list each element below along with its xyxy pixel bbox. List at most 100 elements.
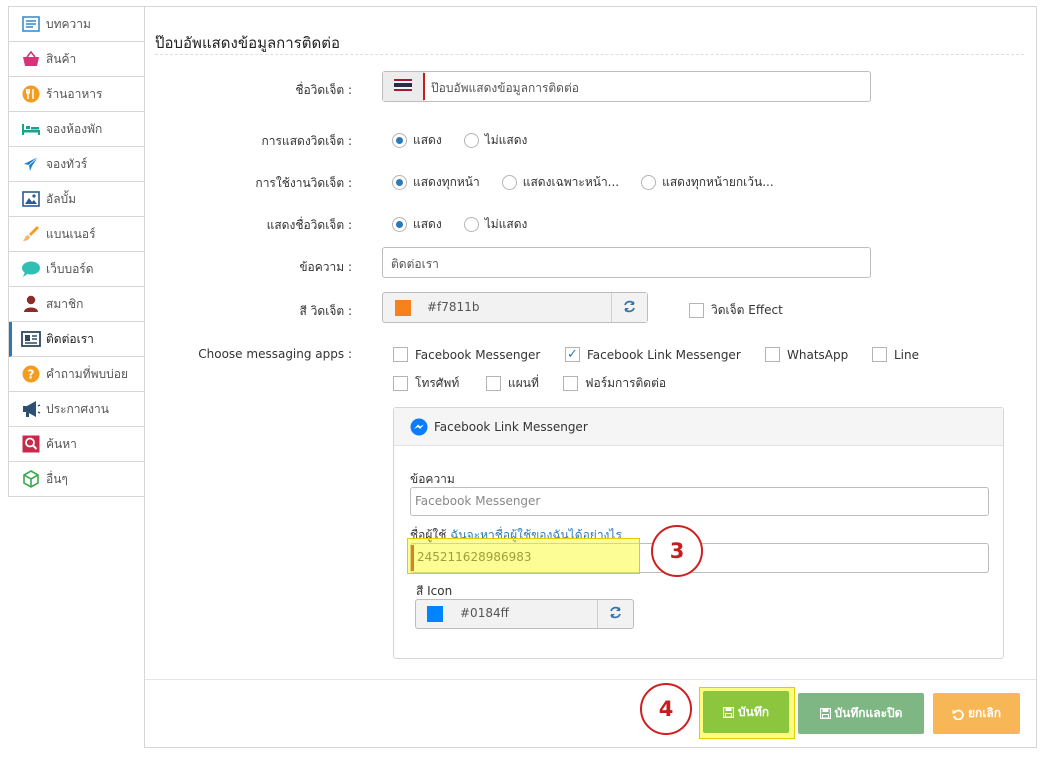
cube-icon [21,469,41,489]
sidebar-item-label: สินค้า [46,51,77,66]
footer-divider [145,679,1036,680]
sidebar-item-label: ร้านอาหาร [46,86,103,101]
widget-color-value: #f7811b [427,300,480,314]
messenger-icon [410,418,428,436]
contact-card-icon [21,329,41,349]
airplane-icon [21,154,41,174]
sidebar-item-label: ติดต่อเรา [46,331,94,346]
app-contact-form-checkbox[interactable]: ฟอร์มการติดต่อ [563,374,666,393]
fb-icon-color-value: #0184ff [460,606,509,620]
refresh-icon [609,606,622,622]
fb-message-placeholder: Facebook Messenger [415,494,541,508]
sidebar-item-label: บทความ [46,16,91,31]
widget-usage-all-pages-radio[interactable]: แสดงทุกหน้า [392,173,480,192]
undo-icon [952,708,964,720]
widget-usage-radios: แสดงทุกหน้า แสดงเฉพาะหน้า... แสดงทุกหน้า… [392,173,796,192]
sidebar-item-album[interactable]: อัลบั้ม [9,182,146,217]
widget-display-show-radio[interactable]: แสดง [392,131,442,150]
widget-color-picker[interactable]: #f7811b [382,292,648,323]
brush-icon [21,224,41,244]
sidebar-item-label: อัลบั้ม [46,191,77,206]
sidebar-item-others[interactable]: อื่นๆ [9,462,146,497]
username-highlight [407,538,640,574]
sidebar-item-room-booking[interactable]: จองห้องพัก [9,112,146,147]
fb-icon-color-refresh-button[interactable] [597,600,633,628]
widget-display-hide-radio[interactable]: ไม่แสดง [463,131,527,150]
widget-color-refresh-button[interactable] [611,293,647,322]
app-phone-checkbox[interactable]: โทรศัพท์ [393,374,459,393]
widget-color-swatch [395,299,411,316]
app-map-checkbox[interactable]: แผนที่ [486,374,539,393]
sidebar-item-webboard[interactable]: เว็บบอร์ด [9,252,146,287]
language-addon[interactable] [383,72,424,101]
checkmark-icon: ✓ [565,347,580,362]
sidebar-item-label: อื่นๆ [46,471,68,486]
widget-usage-label: การใช้งานวิดเจ็ต : [255,176,352,190]
megaphone-icon [21,399,41,419]
widget-effect-checkbox[interactable]: วิดเจ็ต Effect [689,301,783,320]
widget-name-label: ชื่อวิดเจ็ต : [295,83,352,97]
messaging-apps-label: Choose messaging apps : [198,347,352,361]
shopping-basket-icon [21,49,41,69]
chat-bubble-icon [21,259,41,279]
widget-name-display-radios: แสดง ไม่แสดง [392,215,549,234]
save-and-close-button[interactable]: บันทึกและปิด [798,693,924,734]
restaurant-icon [21,84,41,104]
user-icon [21,294,41,314]
widget-name-display-show-radio[interactable]: แสดง [392,215,442,234]
sidebar-item-job-posting[interactable]: ประกาศงาน [9,392,146,427]
message-input[interactable]: ติดต่อเรา [382,247,871,278]
title-divider [155,54,1024,55]
widget-name-field[interactable]: ป๊อบอัพแสดงข้อมูลการติดต่อ [382,71,871,102]
sidebar-item-banner[interactable]: แบนเนอร์ [9,217,146,252]
facebook-link-messenger-card: Facebook Link Messenger ข้อความ Facebook… [393,407,1004,659]
card-header: Facebook Link Messenger [394,408,1003,446]
card-title: Facebook Link Messenger [434,419,588,434]
sidebar-item-label: ประกาศงาน [46,401,109,416]
page-title: ป๊อบอัพแสดงข้อมูลการติดต่อ [155,34,340,52]
message-label: ข้อความ : [299,260,352,274]
fb-icon-color-picker[interactable]: #0184ff [415,599,634,629]
app-line-checkbox[interactable]: Line [872,347,919,362]
sidebar-item-articles[interactable]: บทความ [9,7,146,42]
sidebar-item-label: จองทัวร์ [46,156,88,171]
fb-message-input[interactable]: Facebook Messenger [410,487,989,516]
widget-color-swatch-addon[interactable] [383,293,423,322]
step-3-callout: 3 [651,525,703,577]
fb-icon-color-swatch [427,606,443,622]
widget-display-label: การแสดงวิดเจ็ต : [261,134,352,148]
widget-name-value: ป๊อบอัพแสดงข้อมูลการติดต่อ [431,81,579,95]
sidebar-item-contact[interactable]: ติดต่อเรา [9,322,146,357]
sidebar-item-tour-booking[interactable]: จองทัวร์ [9,147,146,182]
bed-icon [21,119,41,139]
sidebar-item-members[interactable]: สมาชิก [9,287,146,322]
sidebar-item-faq[interactable]: ? คำถามที่พบบ่อย [9,357,146,392]
widget-usage-except-pages-radio[interactable]: แสดงทุกหน้ายกเว้น... [641,173,774,192]
sidebar-item-restaurant[interactable]: ร้านอาหาร [9,77,146,112]
sidebar-item-search[interactable]: ค้นหา [9,427,146,462]
sidebar-item-label: จองห้องพัก [46,121,103,136]
sidebar-item-label: สมาชิก [46,296,84,311]
fb-icon-color-swatch-addon[interactable] [416,600,454,628]
widget-name-display-hide-radio[interactable]: ไม่แสดง [463,215,527,234]
required-marker [423,73,425,100]
floppy-disk-icon [819,708,831,719]
step-4-callout: 4 [640,683,692,735]
app-whatsapp-checkbox[interactable]: WhatsApp [765,347,848,362]
save-button[interactable]: บันทึก [703,691,789,733]
search-icon [21,434,41,454]
widget-color-label: สี วิดเจ็ต : [299,304,352,318]
app-facebook-messenger-checkbox[interactable]: Facebook Messenger [393,347,540,362]
sidebar-item-label: แบนเนอร์ [46,226,96,241]
app-facebook-link-messenger-checkbox[interactable]: ✓ Facebook Link Messenger [565,347,741,362]
sidebar-item-products[interactable]: สินค้า [9,42,146,77]
cancel-button[interactable]: ยกเลิก [933,693,1020,734]
svg-text:?: ? [28,368,35,382]
sidebar-item-label: เว็บบอร์ด [46,261,94,276]
article-icon [21,14,41,34]
message-value: ติดต่อเรา [391,257,439,271]
widget-usage-specific-pages-radio[interactable]: แสดงเฉพาะหน้า... [501,173,619,192]
sidebar-menu: บทความ สินค้า ร้านอาหาร จองห้องพัก จองทั… [8,6,147,497]
sidebar-item-label: คำถามที่พบบ่อย [46,366,128,381]
floppy-disk-icon [723,706,734,718]
